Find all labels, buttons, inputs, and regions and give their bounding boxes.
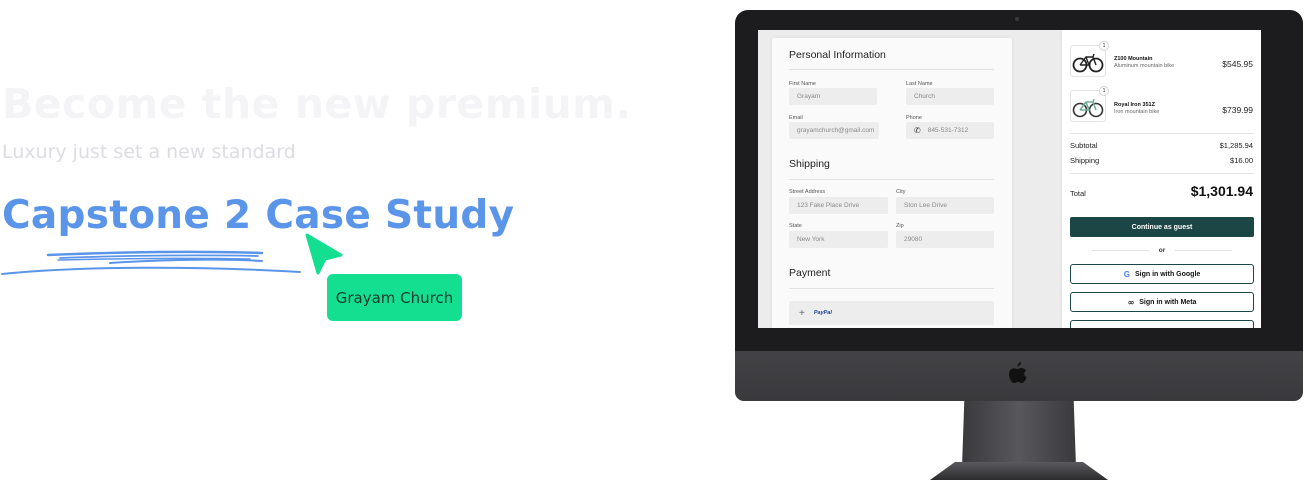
product-price: $545.95 <box>1222 59 1253 69</box>
first-name-label: First Name <box>789 81 816 87</box>
product-price: $739.99 <box>1222 105 1253 115</box>
zip-field[interactable]: 29080 <box>896 231 994 248</box>
apple-logo-icon <box>1009 362 1027 383</box>
product-name: Z100 Mountain <box>1114 56 1153 62</box>
case-study-title: Capstone 2 Case Study <box>2 193 515 238</box>
quantity-badge: 1 <box>1099 86 1109 96</box>
cursor-arrow-icon <box>305 233 343 275</box>
email-label: Email <box>789 115 803 121</box>
name-tag-label: Grayam Church <box>335 288 454 307</box>
city-field[interactable]: Ston Lee Drive <box>896 197 994 214</box>
first-name-field[interactable]: Grayam <box>789 88 877 105</box>
phone-icon: ✆ <box>914 126 921 135</box>
state-label: State <box>789 223 802 229</box>
city-label: City <box>896 189 906 195</box>
total-value: $1,301.94 <box>1190 183 1253 199</box>
hero-subline: Luxury just set a new standard <box>2 141 296 163</box>
bicycle-icon <box>1072 53 1104 73</box>
phone-field[interactable]: ✆ 845-531-7312 <box>906 122 994 139</box>
meta-icon: ∞ <box>1127 297 1135 307</box>
last-name-label: Last Name <box>906 81 933 87</box>
quantity-badge: 1 <box>1099 41 1109 51</box>
checkout-form-card: Personal Information First Name Grayam L… <box>772 38 1012 328</box>
product-name: Royal Iron 351Z <box>1114 102 1155 108</box>
imac-screen: Personal Information First Name Grayam L… <box>758 30 1261 328</box>
paypal-option[interactable]: + PayPal <box>789 301 994 325</box>
shipping-title: Shipping <box>789 158 830 170</box>
product-thumbnail: 1 <box>1070 86 1109 122</box>
product-description: Aluminum mountain bike <box>1114 63 1175 69</box>
or-text: or <box>1158 246 1166 254</box>
name-tag: Grayam Church <box>327 274 462 321</box>
personal-info-title: Personal Information <box>789 49 886 61</box>
sign-in-meta-label: Sign in with Meta <box>1139 298 1197 306</box>
zip-label: Zip <box>896 223 904 229</box>
street-field[interactable]: 123 Fake Place Drive <box>789 197 888 214</box>
shipping-cost-value: $16.00 <box>1230 156 1253 165</box>
order-summary-card: 1 Z100 Mountain Aluminum mountain bike $… <box>1062 30 1261 328</box>
product-description: Iron mountain bike <box>1114 109 1160 115</box>
divider <box>1070 133 1254 134</box>
google-icon: G <box>1123 269 1130 279</box>
subtotal-label: Subtotal <box>1070 141 1098 150</box>
continue-as-guest-button[interactable]: Continue as guest <box>1070 217 1254 237</box>
divider <box>789 179 994 180</box>
camera-icon <box>1015 17 1019 21</box>
plus-icon: + <box>799 307 805 319</box>
bicycle-icon <box>1072 98 1104 118</box>
sign-in-google-button[interactable]: G Sign in with Google <box>1070 264 1254 284</box>
divider <box>1070 173 1254 174</box>
subtotal-value: $1,285.94 <box>1219 141 1253 150</box>
hero-headline: Become the new premium. <box>2 80 632 128</box>
sign-in-other-button[interactable] <box>1070 320 1254 328</box>
phone-value: 845-531-7312 <box>927 127 969 134</box>
payment-title: Payment <box>789 267 831 279</box>
sign-in-google-label: Sign in with Google <box>1134 270 1201 278</box>
divider <box>789 288 994 289</box>
or-divider: or <box>1092 244 1232 256</box>
state-field[interactable]: New York <box>789 231 888 248</box>
imac-stand-foot <box>930 462 1108 480</box>
divider <box>1175 249 1232 251</box>
total-label: Total <box>1070 189 1086 198</box>
paypal-logo: PayPal <box>813 310 832 316</box>
divider <box>1092 249 1149 251</box>
last-name-field[interactable]: Church <box>906 88 994 105</box>
divider <box>789 69 994 70</box>
scribble-underline <box>1 250 301 275</box>
product-thumbnail: 1 <box>1070 41 1109 77</box>
email-field[interactable]: grayamchurch@gmail.com <box>789 122 879 139</box>
imac-stand-neck <box>962 401 1076 467</box>
shipping-cost-label: Shipping <box>1070 156 1100 165</box>
sign-in-meta-button[interactable]: ∞ Sign in with Meta <box>1070 292 1254 312</box>
street-label: Street Address <box>789 189 826 195</box>
phone-label: Phone <box>906 115 922 121</box>
